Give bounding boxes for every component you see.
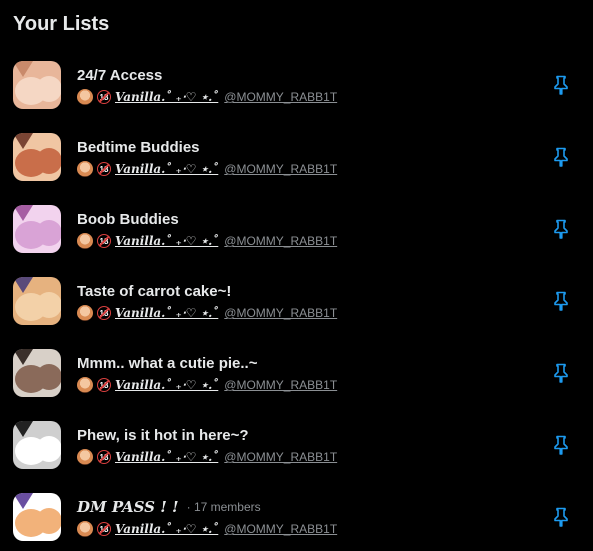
list-title[interactable]: 24/7 Access	[77, 67, 162, 84]
list-thumbnail-image	[13, 277, 61, 325]
member-count: · 17 members	[186, 500, 261, 514]
list-title[interactable]: Phew, is it hot in here~?	[77, 427, 249, 444]
list-item-2[interactable]: Bedtime Buddies 18 Vanilla.˚ ₊‧♡ ⋆.˚ @MO…	[0, 130, 593, 202]
list-thumbnail[interactable]	[13, 205, 61, 253]
pin-icon[interactable]	[552, 75, 570, 95]
avatar[interactable]	[77, 377, 93, 393]
list-item-5[interactable]: Mmm.. what a cutie pie..~ 18 Vanilla.˚ ₊…	[0, 346, 593, 418]
pin-icon[interactable]	[552, 507, 570, 527]
list-thumbnail-image	[13, 349, 61, 397]
list-thumbnail-image	[13, 205, 61, 253]
avatar[interactable]	[77, 521, 93, 537]
list-owner: 18 Vanilla.˚ ₊‧♡ ⋆.˚ @MOMMY_RABB1T	[77, 304, 337, 322]
owner-handle[interactable]: @MOMMY_RABB1T	[224, 450, 337, 464]
avatar[interactable]	[77, 233, 93, 249]
list-owner: 18 Vanilla.˚ ₊‧♡ ⋆.˚ @MOMMY_RABB1T	[77, 160, 337, 178]
owner-display-name[interactable]: Vanilla.˚ ₊‧♡ ⋆.˚	[115, 162, 218, 176]
list-owner: 18 Vanilla.˚ ₊‧♡ ⋆.˚ @MOMMY_RABB1T	[77, 376, 337, 394]
list-title[interactable]: DM PASS ! !	[77, 498, 179, 516]
owner-handle[interactable]: @MOMMY_RABB1T	[224, 90, 337, 104]
age-restricted-icon: 18	[97, 378, 111, 392]
list-thumbnail[interactable]	[13, 277, 61, 325]
age-restricted-icon: 18	[97, 450, 111, 464]
owner-display-name[interactable]: Vanilla.˚ ₊‧♡ ⋆.˚	[115, 450, 218, 464]
list-item-7[interactable]: DM PASS ! ! · 17 members 18 Vanilla.˚ ₊‧…	[0, 490, 593, 551]
list-thumbnail[interactable]	[13, 349, 61, 397]
age-restricted-icon: 18	[97, 90, 111, 104]
age-restricted-icon: 18	[97, 162, 111, 176]
list-thumbnail[interactable]	[13, 133, 61, 181]
pin-icon[interactable]	[552, 147, 570, 167]
list-thumbnail-image	[13, 421, 61, 469]
avatar[interactable]	[77, 305, 93, 321]
avatar[interactable]	[77, 89, 93, 105]
owner-handle[interactable]: @MOMMY_RABB1T	[224, 234, 337, 248]
lists-page: Your Lists 24/7 Access 18 Vanilla.˚ ₊‧♡ …	[0, 0, 593, 551]
list-item-1[interactable]: 24/7 Access 18 Vanilla.˚ ₊‧♡ ⋆.˚ @MOMMY_…	[0, 58, 593, 130]
list-thumbnail-image	[13, 133, 61, 181]
page-title: Your Lists	[13, 13, 110, 35]
list-item-3[interactable]: Boob Buddies 18 Vanilla.˚ ₊‧♡ ⋆.˚ @MOMMY…	[0, 202, 593, 274]
owner-display-name[interactable]: Vanilla.˚ ₊‧♡ ⋆.˚	[115, 234, 218, 248]
pin-icon[interactable]	[552, 435, 570, 455]
pin-icon[interactable]	[552, 291, 570, 311]
list-owner: 18 Vanilla.˚ ₊‧♡ ⋆.˚ @MOMMY_RABB1T	[77, 448, 337, 466]
avatar[interactable]	[77, 161, 93, 177]
owner-display-name[interactable]: Vanilla.˚ ₊‧♡ ⋆.˚	[115, 306, 218, 320]
owner-handle[interactable]: @MOMMY_RABB1T	[224, 162, 337, 176]
list-title[interactable]: Mmm.. what a cutie pie..~	[77, 355, 257, 372]
list-thumbnail-image	[13, 493, 61, 541]
list-item-6[interactable]: Phew, is it hot in here~? 18 Vanilla.˚ ₊…	[0, 418, 593, 490]
pin-icon[interactable]	[552, 363, 570, 383]
list-item-4[interactable]: Taste of carrot cake~! 18 Vanilla.˚ ₊‧♡ …	[0, 274, 593, 346]
list-owner: 18 Vanilla.˚ ₊‧♡ ⋆.˚ @MOMMY_RABB1T	[77, 232, 337, 250]
list-title[interactable]: Bedtime Buddies	[77, 139, 200, 156]
owner-display-name[interactable]: Vanilla.˚ ₊‧♡ ⋆.˚	[115, 90, 218, 104]
age-restricted-icon: 18	[97, 522, 111, 536]
age-restricted-icon: 18	[97, 306, 111, 320]
avatar[interactable]	[77, 449, 93, 465]
list-thumbnail[interactable]	[13, 493, 61, 541]
list-owner: 18 Vanilla.˚ ₊‧♡ ⋆.˚ @MOMMY_RABB1T	[77, 88, 337, 106]
owner-handle[interactable]: @MOMMY_RABB1T	[224, 378, 337, 392]
list-thumbnail[interactable]	[13, 421, 61, 469]
pin-icon[interactable]	[552, 219, 570, 239]
age-restricted-icon: 18	[97, 234, 111, 248]
list-owner: 18 Vanilla.˚ ₊‧♡ ⋆.˚ @MOMMY_RABB1T	[77, 520, 337, 538]
list-thumbnail[interactable]	[13, 61, 61, 109]
owner-display-name[interactable]: Vanilla.˚ ₊‧♡ ⋆.˚	[115, 522, 218, 536]
owner-display-name[interactable]: Vanilla.˚ ₊‧♡ ⋆.˚	[115, 378, 218, 392]
list-title[interactable]: Taste of carrot cake~!	[77, 283, 231, 300]
lists-container: 24/7 Access 18 Vanilla.˚ ₊‧♡ ⋆.˚ @MOMMY_…	[0, 58, 593, 551]
owner-handle[interactable]: @MOMMY_RABB1T	[224, 306, 337, 320]
list-thumbnail-image	[13, 61, 61, 109]
list-title[interactable]: Boob Buddies	[77, 211, 179, 228]
owner-handle[interactable]: @MOMMY_RABB1T	[224, 522, 337, 536]
